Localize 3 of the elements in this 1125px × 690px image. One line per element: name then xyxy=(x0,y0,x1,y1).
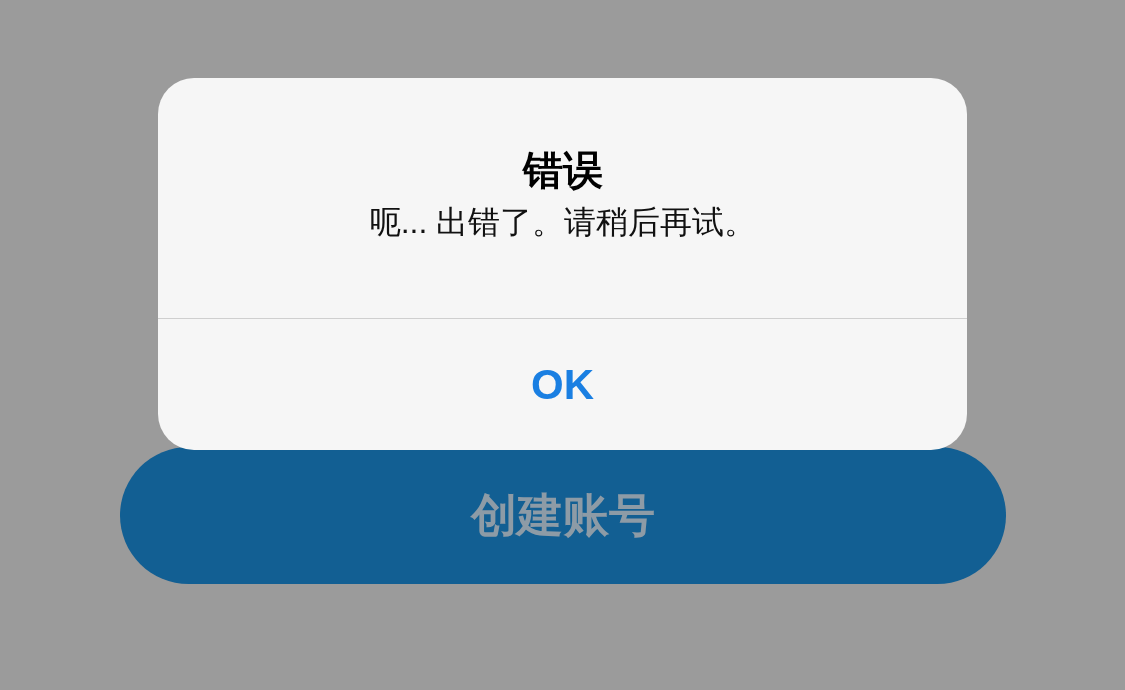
alert-title: 错误 xyxy=(522,147,603,194)
alert-message: 呃... 出错了。请稍后再试。 xyxy=(368,203,757,242)
ok-button[interactable]: OK xyxy=(158,319,967,450)
